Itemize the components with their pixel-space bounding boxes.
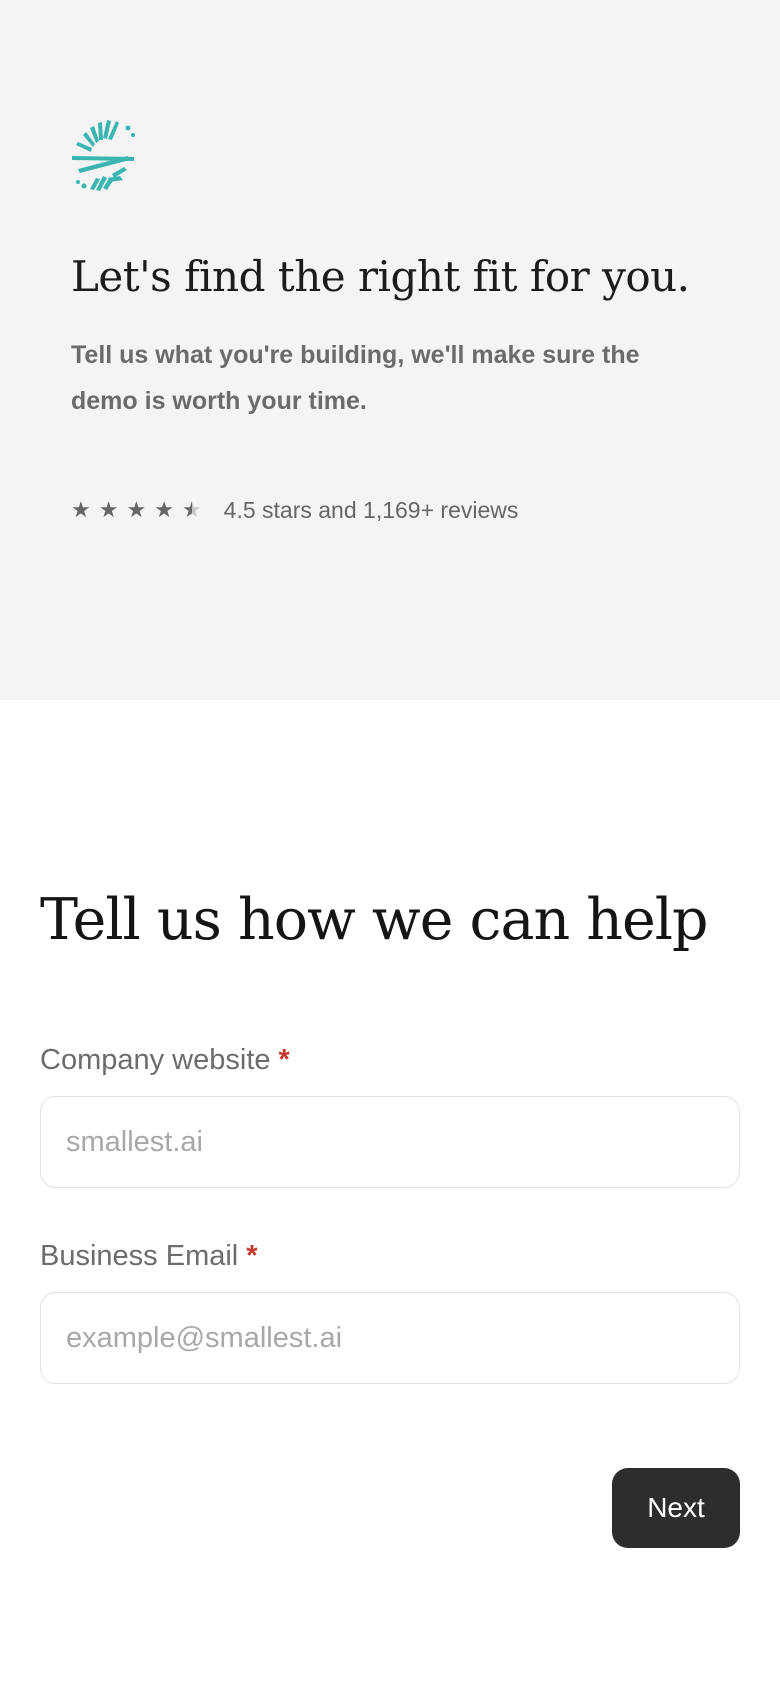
company-website-input[interactable]: [40, 1096, 740, 1188]
company-website-label: Company website *: [40, 1044, 290, 1077]
hero-section: Let's find the right fit for you. Tell u…: [0, 0, 780, 700]
star-icon: ★: [98, 497, 119, 522]
star-icon: ★: [126, 497, 147, 522]
star-rating: ★ ★ ★ ★ ★: [71, 499, 202, 521]
form-title: Tell us how we can help: [40, 887, 708, 953]
half-star-icon: ★: [181, 497, 202, 522]
required-marker: *: [246, 1240, 258, 1272]
company-website-label-text: Company website: [40, 1044, 271, 1076]
business-email-label: Business Email *: [40, 1240, 258, 1273]
brand-logo: [72, 120, 135, 191]
hero-title: Let's find the right fit for you.: [71, 252, 690, 301]
required-marker: *: [278, 1044, 290, 1076]
star-icon: ★: [71, 497, 91, 522]
rating-text: 4.5 stars and 1,169+ reviews: [223, 496, 519, 523]
star-icon: ★: [154, 497, 174, 522]
hero-subtitle: Tell us what you're building, we'll make…: [71, 341, 640, 415]
rating-summary: ★ ★ ★ ★ ★ 4.5 stars and 1,169+ reviews: [71, 492, 518, 528]
business-email-label-text: Business Email: [40, 1240, 239, 1272]
business-email-input[interactable]: [40, 1292, 740, 1384]
next-button[interactable]: Next: [612, 1468, 740, 1548]
